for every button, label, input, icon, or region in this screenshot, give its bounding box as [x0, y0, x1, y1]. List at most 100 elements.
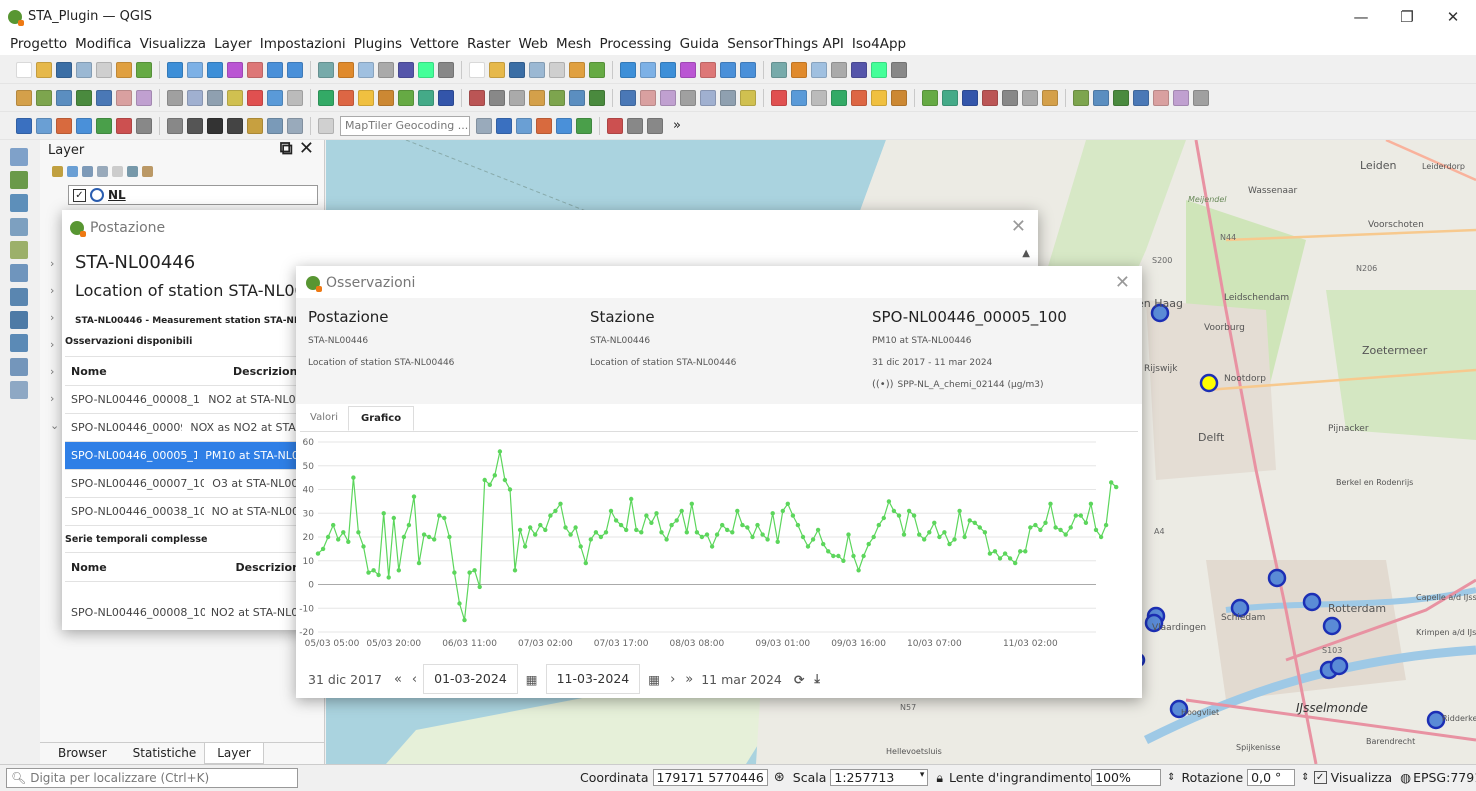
- tab-statistiche[interactable]: Statistiche: [125, 743, 205, 764]
- toolbar-tool-icon[interactable]: [851, 61, 867, 78]
- add-delimited-text-icon[interactable]: [10, 218, 28, 236]
- toolbar-tool-icon[interactable]: [1073, 89, 1089, 106]
- geocoding-search-input[interactable]: MapTiler Geocoding ...: [340, 115, 470, 136]
- toolbar-tool-icon[interactable]: [207, 89, 223, 106]
- toolbar-tool-icon[interactable]: [96, 117, 112, 134]
- toolbar-tool-icon[interactable]: [791, 89, 807, 106]
- toolbar-tool-icon[interactable]: [76, 61, 92, 78]
- toolbar-tool-icon[interactable]: [620, 61, 636, 78]
- add-spatialite-icon[interactable]: [10, 241, 28, 259]
- toolbar-tool-icon[interactable]: [607, 117, 623, 134]
- menu-guida[interactable]: Guida: [676, 36, 724, 52]
- toolbar-tool-icon[interactable]: [378, 89, 394, 106]
- toolbar-tool-icon[interactable]: [418, 89, 434, 106]
- toolbar-tool-icon[interactable]: [267, 89, 283, 106]
- toolbar-tool-icon[interactable]: [16, 117, 32, 134]
- toolbar-tool-icon[interactable]: [831, 61, 847, 78]
- toolbar-tool-icon[interactable]: [267, 61, 283, 78]
- next-page-button[interactable]: ›: [670, 672, 675, 687]
- toolbar-tool-icon[interactable]: [740, 61, 756, 78]
- toolbar-tool-icon[interactable]: [680, 61, 696, 78]
- toolbar-tool-icon[interactable]: [476, 117, 492, 134]
- lock-icon[interactable]: 🔒︎: [936, 770, 943, 786]
- magnifier-input[interactable]: 100%: [1091, 769, 1162, 786]
- toolbar-tool-icon[interactable]: [116, 61, 132, 78]
- menu-modifica[interactable]: Modifica: [71, 36, 135, 52]
- tree-expanders[interactable]: › › › › › › ⌄: [50, 250, 59, 439]
- toolbar-tool-icon[interactable]: [771, 89, 787, 106]
- toolbar-tool-icon[interactable]: [167, 89, 183, 106]
- add-raster-layer-icon[interactable]: [10, 171, 28, 189]
- download-icon[interactable]: ⤓: [814, 671, 820, 687]
- panel-float-close-icons[interactable]: ⧉ ✕: [280, 138, 314, 159]
- toolbar-tool-icon[interactable]: [267, 117, 283, 134]
- toolbar-tool-icon[interactable]: [36, 117, 52, 134]
- toolbar-tool-icon[interactable]: [529, 61, 545, 78]
- last-page-button[interactable]: »: [685, 672, 693, 687]
- toolbar-tool-icon[interactable]: [338, 89, 354, 106]
- tab-valori[interactable]: Valori: [300, 406, 348, 431]
- add-virtual-layer-icon[interactable]: [10, 358, 28, 376]
- toolbar-tool-icon[interactable]: [247, 61, 263, 78]
- add-group-icon[interactable]: [67, 166, 78, 177]
- toolbar-tool-icon[interactable]: [1002, 89, 1018, 106]
- table-row[interactable]: SPO-NL00446_00038_100 NO at STA-NL00446: [65, 498, 305, 526]
- menu-raster[interactable]: Raster: [463, 36, 515, 52]
- toolbar-tool-icon[interactable]: [1153, 89, 1169, 106]
- toolbar-tool-icon[interactable]: [922, 89, 938, 106]
- add-wfs-icon[interactable]: [10, 334, 28, 352]
- tab-layer[interactable]: Layer: [204, 743, 264, 764]
- table-row[interactable]: SPO-NL00446_00008_100 NO2 at STA-NL00446: [65, 386, 305, 414]
- toolbar-tool-icon[interactable]: [831, 89, 847, 106]
- remove-layer-icon[interactable]: [142, 166, 153, 177]
- toolbar-tool-icon[interactable]: [660, 61, 676, 78]
- toolbar-tool-icon[interactable]: [438, 61, 454, 78]
- prev-page-button[interactable]: ‹: [412, 672, 417, 687]
- first-page-button[interactable]: «: [394, 672, 402, 687]
- menu-mesh[interactable]: Mesh: [552, 36, 596, 52]
- toolbar-tool-icon[interactable]: [318, 117, 334, 134]
- toolbar-tool-icon[interactable]: [549, 61, 565, 78]
- layer-item-nl[interactable]: ✓ NL: [68, 185, 318, 205]
- table-row[interactable]: SPO-NL00446_00009_100 NOX as NO2 at STA-…: [65, 414, 305, 442]
- toolbar-tool-icon[interactable]: [36, 61, 52, 78]
- toolbar-tool-icon[interactable]: [589, 61, 605, 78]
- toolbar-tool-icon[interactable]: [96, 89, 112, 106]
- coord-input[interactable]: 179171 5770446: [652, 769, 768, 786]
- toolbar-tool-icon[interactable]: [982, 89, 998, 106]
- toolbar-tool-icon[interactable]: [358, 89, 374, 106]
- toolbar-tool-icon[interactable]: [509, 61, 525, 78]
- menu-progetto[interactable]: Progetto: [6, 36, 71, 52]
- scroll-up-icon[interactable]: ▲: [1022, 248, 1030, 259]
- toolbar-tool-icon[interactable]: [700, 89, 716, 106]
- toolbar-tool-icon[interactable]: [516, 117, 532, 134]
- toolbar-tool-icon[interactable]: [1113, 89, 1129, 106]
- menu-layer[interactable]: Layer: [210, 36, 256, 52]
- filter-icon[interactable]: [97, 166, 108, 177]
- toolbar-tool-icon[interactable]: [529, 89, 545, 106]
- menu-web[interactable]: Web: [515, 36, 552, 52]
- scale-combo[interactable]: 1:257713 ▾: [830, 769, 929, 786]
- toolbar-tool-icon[interactable]: [227, 61, 243, 78]
- add-mesh-layer-icon[interactable]: [10, 194, 28, 212]
- toolbar-tool-icon[interactable]: [496, 117, 512, 134]
- table-row[interactable]: SPO-NL00446_00008_100 [1 Days] NO2 at ST…: [65, 598, 305, 626]
- style-icon[interactable]: [52, 166, 63, 177]
- toolbar-tool-icon[interactable]: [569, 89, 585, 106]
- toolbar-tool-icon[interactable]: [791, 61, 807, 78]
- toolbar-tool-icon[interactable]: [56, 89, 72, 106]
- menu-impostazioni[interactable]: Impostazioni: [256, 36, 350, 52]
- toolbar-tool-icon[interactable]: [378, 61, 394, 78]
- toolbar-overflow-button[interactable]: »: [673, 118, 681, 133]
- toolbar-tool-icon[interactable]: [647, 117, 663, 134]
- add-wcs-icon[interactable]: [10, 311, 28, 329]
- tab-grafico[interactable]: Grafico: [347, 406, 415, 431]
- toolbar-tool-icon[interactable]: [962, 89, 978, 106]
- toolbar-tool-icon[interactable]: [136, 117, 152, 134]
- calendar-icon[interactable]: ▦: [526, 672, 538, 687]
- toolbar-tool-icon[interactable]: [358, 61, 374, 78]
- toolbar-tool-icon[interactable]: [720, 61, 736, 78]
- expand-icon[interactable]: [112, 166, 123, 177]
- toolbar-tool-icon[interactable]: [536, 117, 552, 134]
- osservazioni-close-icon[interactable]: ✕: [1115, 272, 1130, 293]
